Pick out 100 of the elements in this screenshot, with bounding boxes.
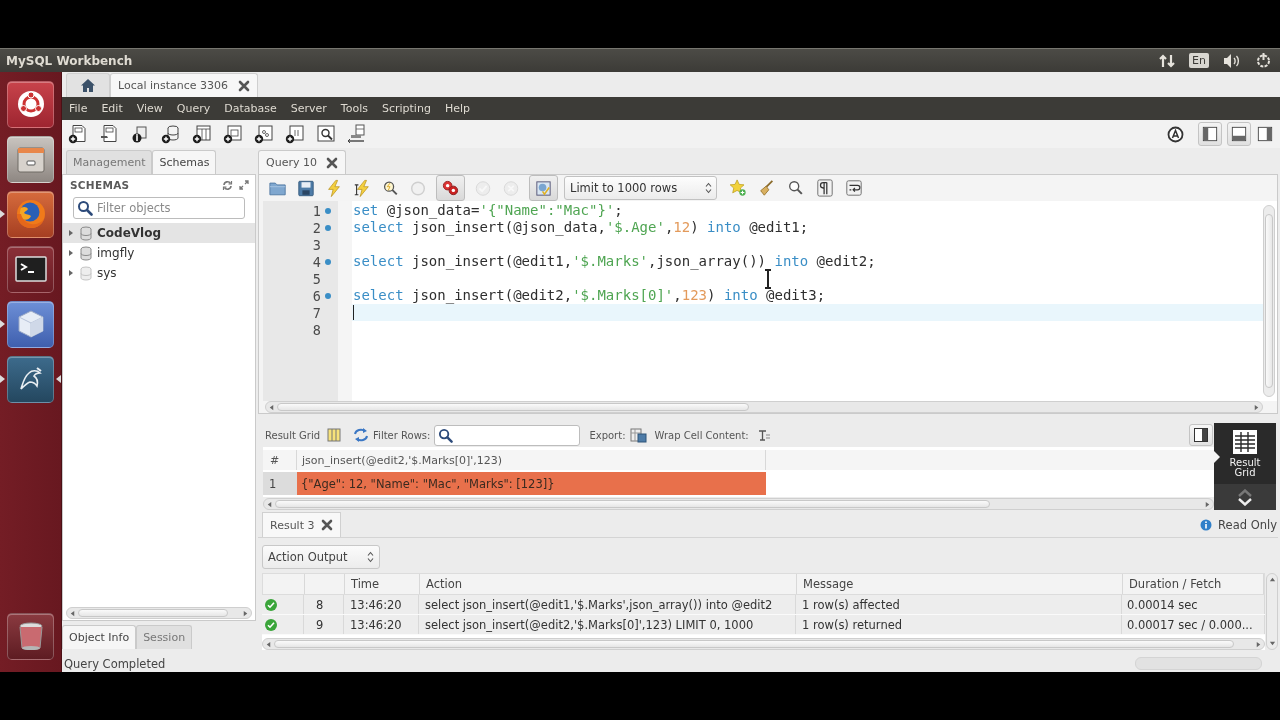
vertical-scrollbar[interactable] xyxy=(1263,205,1275,397)
horizontal-scrollbar[interactable] xyxy=(262,638,1265,650)
database-plus-icon[interactable] xyxy=(161,124,181,144)
search-window-icon[interactable] xyxy=(316,124,336,144)
menu-item[interactable]: File xyxy=(62,97,95,120)
menu-item[interactable]: Query xyxy=(169,97,218,120)
up-triangle-icon xyxy=(1268,576,1276,583)
line-number: 1 xyxy=(312,202,321,219)
schema-tree-item[interactable]: CodeVlog xyxy=(63,223,255,243)
success-check-icon xyxy=(265,598,277,611)
sidebar-tab[interactable]: Session xyxy=(136,625,193,649)
menu-item[interactable]: Edit xyxy=(94,97,130,120)
panel-toggle-button[interactable] xyxy=(1227,122,1251,146)
left-triangle-icon xyxy=(265,640,272,648)
text-cursor-icon xyxy=(764,269,772,289)
search-icon[interactable] xyxy=(787,179,805,197)
connection-tab[interactable]: Local instance 3306 xyxy=(110,73,259,97)
table-cell: 0.00017 sec / 0.000... xyxy=(1122,615,1265,634)
left-triangle-icon xyxy=(69,609,76,617)
menu-item[interactable]: Help xyxy=(437,97,477,120)
refresh-icon[interactable] xyxy=(353,428,370,442)
info-icon[interactable] xyxy=(130,124,150,144)
export-icon[interactable] xyxy=(629,427,647,443)
sidebar-tab[interactable]: Schemas xyxy=(152,150,217,174)
horizontal-scrollbar[interactable] xyxy=(263,498,1214,510)
schema-tree-item[interactable]: imgfly xyxy=(63,243,255,263)
window-plus-icon[interactable] xyxy=(285,124,305,144)
sql-file-open-icon[interactable] xyxy=(99,124,119,144)
table-cell[interactable]: {"Age": 12, "Name": "Mac", "Marks": [123]} xyxy=(297,472,766,495)
gear-power-icon[interactable] xyxy=(1255,52,1272,69)
menu-item[interactable]: Database xyxy=(217,97,284,120)
result-grid-view-button[interactable]: Result Grid xyxy=(1214,423,1276,484)
row-number: 1 xyxy=(263,472,297,495)
launcher-button[interactable] xyxy=(7,80,54,128)
query-tab[interactable]: Query 10 xyxy=(258,150,346,174)
vertical-scrollbar[interactable] xyxy=(1266,573,1278,650)
menu-item[interactable]: View xyxy=(129,97,170,120)
expand-icon[interactable] xyxy=(239,180,249,190)
result-tab[interactable]: Result 3 xyxy=(262,512,342,537)
expand-arrow-icon xyxy=(67,269,75,277)
text-caret-icon xyxy=(353,305,354,320)
chevron-down-icon[interactable] xyxy=(1237,497,1253,506)
column-header: Message xyxy=(797,574,1123,594)
menu-item[interactable]: Server xyxy=(283,97,334,120)
close-icon[interactable] xyxy=(325,156,338,169)
refresh-icon[interactable] xyxy=(222,179,233,191)
speaker-icon[interactable] xyxy=(1223,52,1241,69)
columns-icon[interactable] xyxy=(327,428,342,442)
launcher-button[interactable] xyxy=(7,300,54,348)
linked-circles-icon xyxy=(441,178,460,198)
keyboard-layout-indicator[interactable]: En xyxy=(1189,53,1209,68)
line-number: 3 xyxy=(312,236,321,253)
home-tab[interactable] xyxy=(66,73,110,97)
launcher-button[interactable] xyxy=(7,245,54,293)
table-plus-icon[interactable] xyxy=(192,124,212,144)
sql-file-plus-icon[interactable] xyxy=(68,124,88,144)
line-number: 8 xyxy=(312,321,321,338)
horizontal-scrollbar[interactable] xyxy=(265,401,1263,413)
column-header: # xyxy=(263,450,297,470)
panel-bottom-icon xyxy=(1231,126,1247,142)
menu-item[interactable]: Tools xyxy=(333,97,375,120)
grid-icon xyxy=(1232,429,1258,455)
close-icon[interactable] xyxy=(321,519,334,531)
right-triangle-icon xyxy=(1253,403,1260,411)
circled-a-icon[interactable] xyxy=(1167,125,1184,143)
sidebar-right-icon xyxy=(1257,126,1273,142)
star-plus-icon[interactable] xyxy=(729,179,747,197)
sidebar-tab[interactable]: Management xyxy=(66,150,153,174)
menu-item[interactable]: Scripting xyxy=(374,97,438,120)
panel-toggle-button[interactable] xyxy=(1198,122,1222,146)
panel-toggle-button[interactable] xyxy=(1189,424,1213,446)
pilcrow-icon[interactable] xyxy=(816,179,834,197)
wrap-text-icon[interactable] xyxy=(757,428,771,442)
window-plus-icon[interactable] xyxy=(254,124,274,144)
schema-tree-item[interactable]: sys xyxy=(63,263,255,283)
wrap-lines-icon[interactable] xyxy=(845,179,863,197)
filter-rows-field[interactable] xyxy=(434,424,581,446)
table-cell: 1 row(s) affected xyxy=(796,595,1122,614)
launcher-button[interactable] xyxy=(7,612,54,660)
broom-icon[interactable] xyxy=(758,179,776,197)
lightning-cursor-icon xyxy=(353,178,371,198)
network-arrows-icon[interactable] xyxy=(1159,52,1176,69)
horizontal-scrollbar[interactable] xyxy=(66,607,252,619)
toolbar-button[interactable] xyxy=(436,175,465,201)
search-icon xyxy=(77,200,93,216)
code-line: select json_insert(@edit1,'$.Marks',json_array()) into @edit2; xyxy=(352,253,877,270)
sidebar-tab[interactable]: Object Info xyxy=(62,625,137,649)
line-number: 4 xyxy=(312,253,321,270)
database-check-icon xyxy=(534,178,553,198)
launcher-button[interactable] xyxy=(7,355,54,403)
window-plus-icon[interactable] xyxy=(223,124,243,144)
output-type-select[interactable]: Action Output xyxy=(262,545,380,569)
launcher-button[interactable] xyxy=(7,190,54,238)
schema-filter-field[interactable]: Filter objects xyxy=(73,197,245,219)
table-cell: select json_insert(@edit2,'$.Marks[0]',123) LIMIT 0, 1000 xyxy=(419,615,796,634)
database-arrow-icon[interactable] xyxy=(347,124,367,144)
limit-rows-select[interactable]: Limit to 1000 rows xyxy=(564,176,717,200)
launcher-button[interactable] xyxy=(7,135,54,183)
left-triangle-icon xyxy=(266,500,273,508)
close-icon[interactable] xyxy=(238,79,251,92)
